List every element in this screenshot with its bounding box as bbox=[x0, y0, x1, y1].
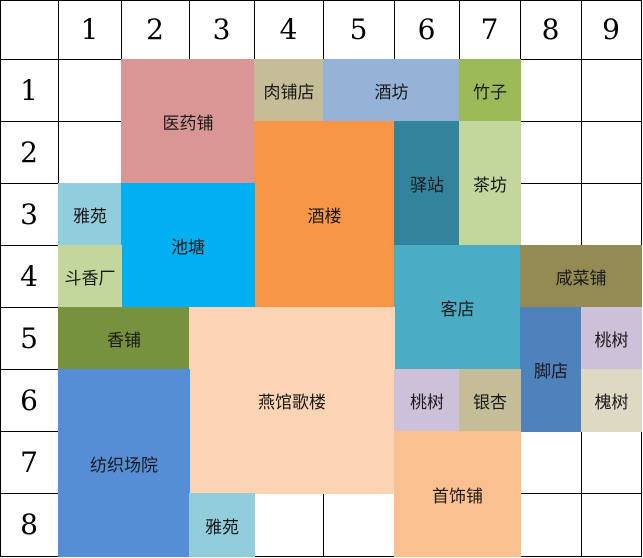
map-grid: 1 2 3 4 5 6 7 8 9 1 2 3 4 5 6 7 8 医药铺 肉铺店 酒坊 竹子 酒楼 驿站 茶坊 雅苑 池塘 斗香厂… bbox=[0, 0, 643, 558]
row-header: 4 bbox=[20, 259, 38, 293]
column-header: 2 bbox=[146, 13, 164, 46]
map-area-huaishu: 槐树 bbox=[581, 369, 642, 432]
map-area-jiufang: 酒坊 bbox=[323, 59, 460, 122]
map-area-roupudian: 肉铺店 bbox=[254, 59, 324, 122]
map-area-yanguangelou: 燕馆歌楼 bbox=[189, 307, 395, 494]
row-header: 2 bbox=[20, 135, 38, 169]
map-area-yizhan: 驿站 bbox=[394, 121, 460, 246]
map-area-taoshu-1: 桃树 bbox=[581, 307, 642, 370]
row-header: 1 bbox=[20, 73, 38, 107]
column-header: 6 bbox=[417, 13, 436, 46]
row-header: 3 bbox=[20, 197, 38, 231]
column-header: 9 bbox=[602, 13, 620, 46]
column-header: 1 bbox=[80, 13, 99, 46]
map-area-fangzhichangyuan: 纺织场院 bbox=[58, 369, 190, 557]
map-area-jiaodian: 脚店 bbox=[520, 307, 582, 432]
map-area-zhuzi: 竹子 bbox=[459, 59, 521, 122]
row-header: 8 bbox=[20, 508, 38, 541]
map-area-shoushipu: 首饰铺 bbox=[394, 431, 521, 557]
map-area-yiyaopu: 医药铺 bbox=[121, 59, 255, 184]
row-header: 5 bbox=[20, 321, 38, 355]
map-area-chafang: 茶坊 bbox=[459, 121, 521, 246]
map-area-kedian: 客店 bbox=[394, 245, 521, 370]
map-area-yinxing: 银杏 bbox=[459, 369, 521, 432]
map-area-chitang: 池塘 bbox=[121, 183, 255, 308]
map-area-jiulou: 酒楼 bbox=[254, 121, 395, 308]
row-header: 7 bbox=[20, 445, 38, 479]
row-header: 6 bbox=[20, 383, 38, 417]
map-area-xiangpu: 香铺 bbox=[58, 307, 190, 370]
column-header: 3 bbox=[212, 13, 231, 46]
column-header: 8 bbox=[541, 13, 560, 46]
map-area-xiancaipu: 咸菜铺 bbox=[520, 245, 642, 308]
map-area-douxiangchang: 斗香厂 bbox=[58, 245, 122, 308]
column-header: 5 bbox=[349, 13, 368, 46]
column-header: 7 bbox=[480, 13, 499, 46]
map-area-yayuan-2: 雅苑 bbox=[189, 493, 255, 557]
column-header: 4 bbox=[279, 13, 298, 46]
map-area-taoshu-2: 桃树 bbox=[394, 369, 460, 432]
map-area-yayuan-1: 雅苑 bbox=[58, 183, 122, 246]
